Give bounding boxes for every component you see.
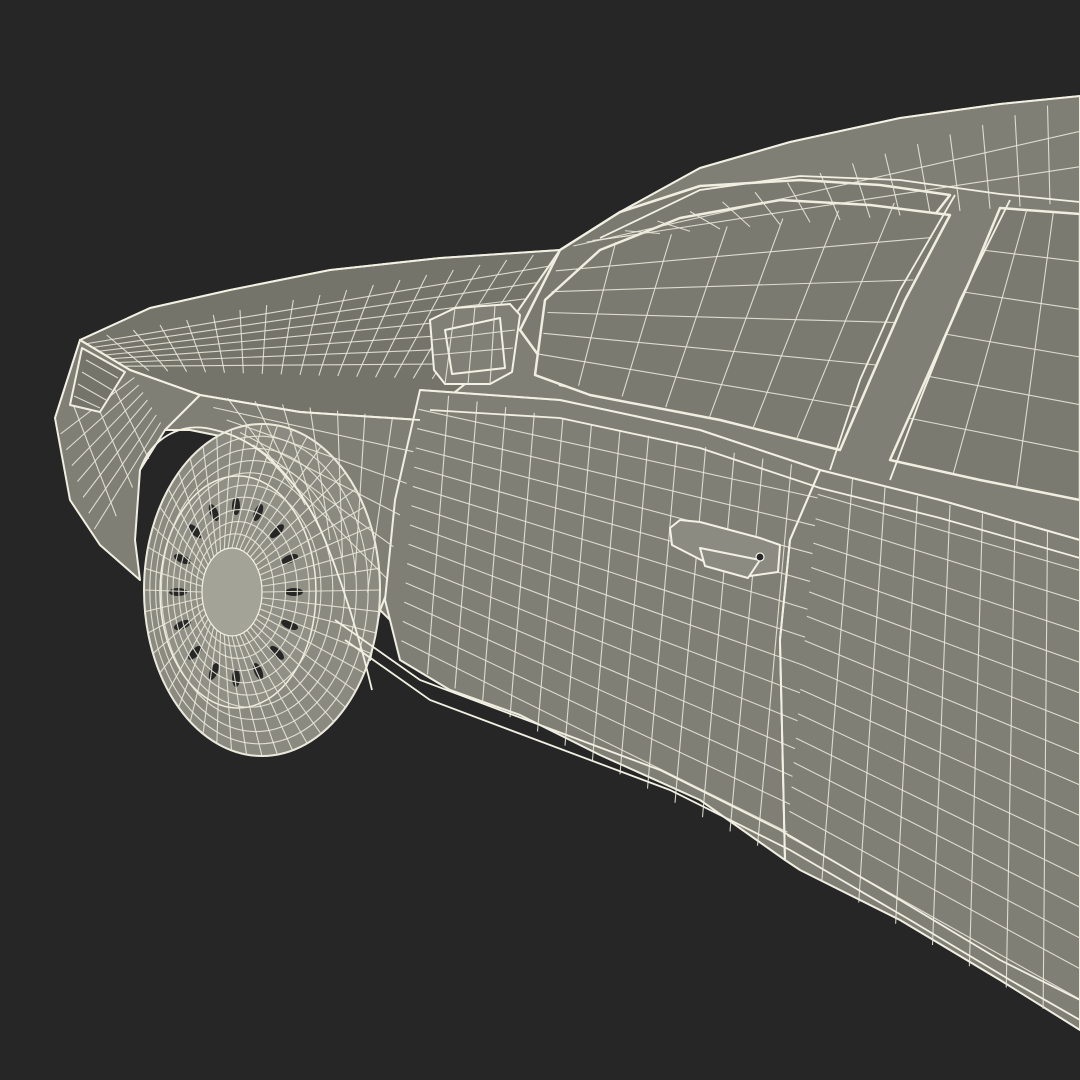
render-viewport xyxy=(0,0,1080,1080)
wireframe-sedan-icon xyxy=(54,95,1080,1031)
hub-cap xyxy=(201,547,263,637)
front-door-panel xyxy=(384,389,821,861)
side-mirror xyxy=(429,303,521,385)
